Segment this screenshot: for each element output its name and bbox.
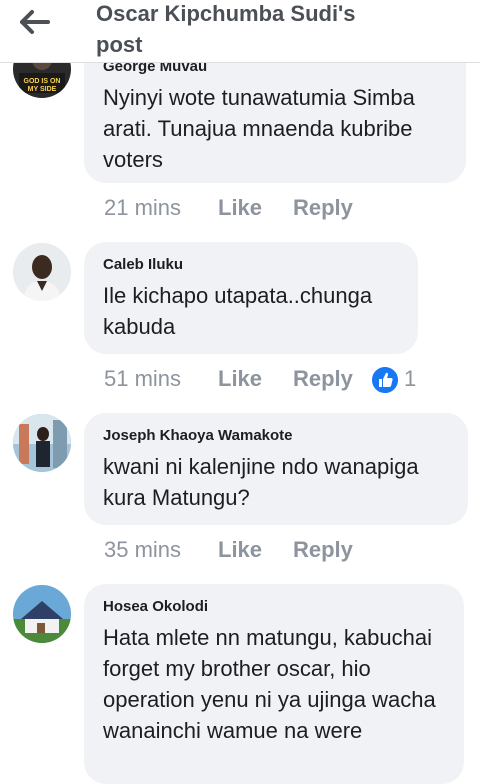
like-button[interactable]: Like [218, 364, 293, 394]
like-reaction-icon[interactable] [370, 365, 400, 395]
comment-author[interactable]: Caleb Iluku [103, 256, 398, 274]
comment-text: Ile kichapo utapata..chunga kabuda [103, 283, 373, 339]
page-title-line: Oscar Kipchumba Sudi's [96, 1, 356, 26]
avatar[interactable] [13, 585, 71, 643]
comment-author[interactable]: Joseph Khaoya Wamakote [103, 427, 448, 445]
like-button[interactable]: Like [218, 535, 293, 565]
reaction-count[interactable]: 1 [404, 364, 416, 394]
reply-button[interactable]: Reply [293, 535, 353, 565]
back-arrow-icon[interactable] [18, 8, 54, 36]
post-header: Oscar Kipchumba Sudi's post [0, 0, 480, 63]
comment-bubble: Joseph Khaoya Wamakote kwani ni kalenjin… [84, 413, 468, 525]
comment-actions: 21 mins Like Reply [104, 193, 353, 223]
comment-actions: 51 mins Like Reply [104, 364, 353, 394]
page-title: Oscar Kipchumba Sudi's post [96, 0, 426, 60]
comment-text: Nyinyi wote tunawatumia Simba arati. Tun… [103, 85, 415, 172]
reply-button[interactable]: Reply [293, 364, 353, 394]
comment-actions: 35 mins Like Reply [104, 535, 353, 565]
avatar[interactable] [13, 414, 71, 472]
comment-text: kwani ni kalenjine ndo wanapiga kura Mat… [103, 454, 419, 510]
comment-time[interactable]: 51 mins [104, 364, 218, 394]
comment-list: GOD IS ON MY SIDE George Muvau Nyinyi wo… [0, 0, 480, 784]
svg-text:MY SIDE: MY SIDE [28, 86, 57, 93]
page-title-line: post [96, 32, 143, 57]
svg-text:GOD IS ON: GOD IS ON [24, 78, 61, 85]
reply-button[interactable]: Reply [293, 193, 353, 223]
comment-bubble: Hosea Okolodi Hata mlete nn matungu, kab… [84, 584, 464, 784]
comment-time[interactable]: 21 mins [104, 193, 218, 223]
comment-bubble: Caleb Iluku Ile kichapo utapata..chunga … [84, 242, 418, 354]
avatar[interactable] [13, 243, 71, 301]
like-button[interactable]: Like [218, 193, 293, 223]
comment-author[interactable]: Hosea Okolodi [103, 598, 444, 616]
comment-time[interactable]: 35 mins [104, 535, 218, 565]
comment-text: Hata mlete nn matungu, kabuchai forget m… [103, 625, 436, 743]
